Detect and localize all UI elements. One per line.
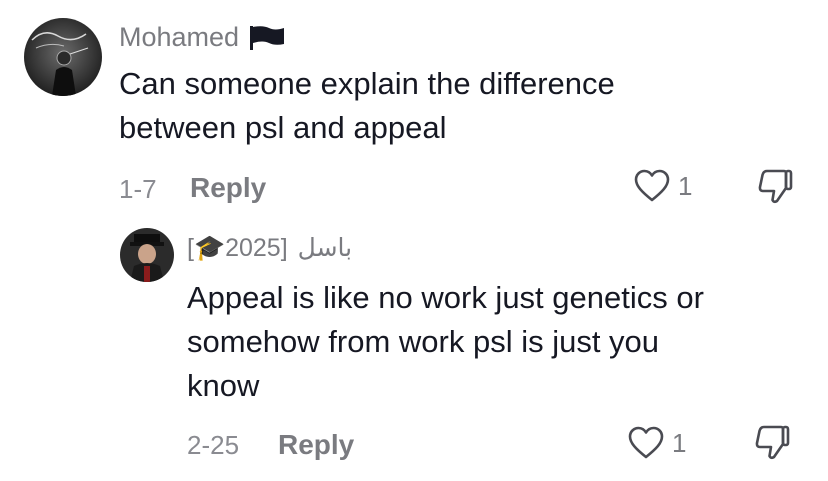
thumbs-down-icon: [755, 425, 790, 460]
heart-outline-icon: [634, 169, 670, 202]
comment-text: Can someone explain the difference betwe…: [119, 62, 615, 150]
like-button[interactable]: 1: [634, 169, 692, 203]
black-flag-icon: [249, 25, 285, 51]
username-text: Mohamed: [119, 22, 240, 52]
reply-button[interactable]: Reply: [278, 429, 354, 461]
reply-button[interactable]: Reply: [190, 172, 266, 204]
like-button[interactable]: 1: [628, 426, 686, 460]
comment-username[interactable]: [🎓2025] باسل: [187, 233, 352, 263]
like-count: 1: [672, 427, 687, 458]
dislike-button[interactable]: [756, 168, 794, 209]
comment-username[interactable]: Mohamed: [119, 22, 285, 53]
heart-outline-icon: [628, 426, 664, 459]
avatar[interactable]: [24, 18, 102, 96]
comment-text: Appeal is like no work just genetics or …: [187, 276, 704, 408]
dislike-button[interactable]: [753, 424, 791, 465]
username-text: باسل: [297, 234, 353, 262]
comment-text-line: know: [187, 368, 260, 403]
comment-text-line: Can someone explain the difference: [119, 66, 615, 101]
comment-text-line: somehow from work psl is just you: [187, 324, 660, 359]
comment-text-line: Appeal is like no work just genetics or: [187, 280, 704, 315]
thumbs-down-icon: [758, 169, 793, 204]
comment-date: 1-7: [119, 174, 157, 204]
comment-date: 2-25: [187, 430, 240, 460]
avatar[interactable]: [120, 228, 174, 282]
comment-text-line: between psl and appeal: [119, 110, 447, 145]
like-count: 1: [678, 170, 693, 201]
username-badge: [🎓2025]: [187, 233, 288, 262]
